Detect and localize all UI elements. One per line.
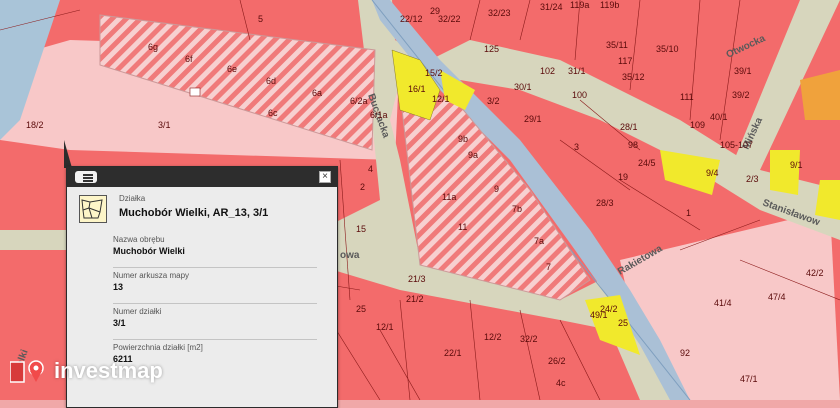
investmap-logo-icon <box>9 360 44 383</box>
popup-header-bar: × <box>67 167 337 187</box>
parcel-number-label: 6/1a <box>370 110 388 120</box>
parcel-number-label: 47/4 <box>768 292 786 302</box>
parcel-number-label: 7 <box>546 262 551 272</box>
parcel-number-label: 21/3 <box>408 274 426 284</box>
parcel-number-label: 35/12 <box>622 72 645 82</box>
parcel-number-label: 2/3 <box>746 174 759 184</box>
building-icon <box>189 87 201 97</box>
parcel-number-label: 30/1 <box>514 82 532 92</box>
parcel-number-label: 21/2 <box>406 294 424 304</box>
field-value: Muchobór Wielki <box>113 246 185 256</box>
parcel-number-label: 42/2 <box>806 268 824 278</box>
parcel-number-label: 25 <box>618 318 628 328</box>
parcel-number-label: 98 <box>628 140 638 150</box>
parcel-number-label: 9/4 <box>706 168 719 178</box>
parcel-number-label: 18/2 <box>26 120 44 130</box>
parcel-number-label: 25 <box>356 304 366 314</box>
parcel-number-label: 15/2 <box>425 68 443 78</box>
parcel-number-label: 2 <box>360 182 365 192</box>
parcel-number-label: 12/1 <box>376 322 394 332</box>
field-obreb: Nazwa obrębu Muchobór Wielki <box>113 231 317 268</box>
parcel-number-label: 125 <box>484 44 499 54</box>
parcel-number-label: 9 <box>494 184 499 194</box>
popup-pointer <box>64 140 76 168</box>
parcel-number-label: 6g <box>148 42 158 52</box>
parcel-number-label: 24/5 <box>638 158 656 168</box>
parcel-number-label: 28/3 <box>596 198 614 208</box>
field-value: 13 <box>113 282 124 292</box>
popup-title: Muchobór Wielki, AR_13, 3/1 <box>119 207 269 219</box>
parcel-number-label: 9/1 <box>790 160 803 170</box>
popup-type-label: Działka <box>119 194 146 203</box>
parcel-number-label: 39/2 <box>732 90 750 100</box>
parcel-number-label: 39/1 <box>734 66 752 76</box>
parcel-number-label: 22/12 <box>400 14 423 24</box>
field-arkusz: Numer arkusza mapy 13 <box>113 267 317 304</box>
parcel-number-label: 15 <box>356 224 366 234</box>
field-label: Nazwa obrębu <box>113 235 165 244</box>
parcel-number-label: 9b <box>458 134 468 144</box>
parcel-number-label: 19 <box>618 172 628 182</box>
parcel-number-label: 7b <box>512 204 522 214</box>
parcel-number-label: 119b <box>600 0 619 10</box>
parcel-shape-icon <box>79 195 107 223</box>
parcel-number-label: 49/1 <box>590 310 608 320</box>
parcel-number-label: 11 <box>458 222 467 232</box>
parcel-number-label: 40/1 <box>710 112 728 122</box>
parcel-number-label: 3/2 <box>487 96 500 106</box>
parcel-number-label: 1 <box>686 208 691 218</box>
parcel-number-label: 92 <box>680 348 690 358</box>
parcel-number-label: 29 <box>430 6 440 16</box>
parcel-number-label: 47/1 <box>740 374 758 384</box>
parcel-number-label: 6a <box>312 88 322 98</box>
watermark-text: investmap <box>54 358 163 383</box>
parcel-number-label: 3/1 <box>158 120 171 130</box>
parcel-number-label: 6e <box>227 64 237 74</box>
parcel-number-label: 105-107 <box>720 140 753 150</box>
parcel-number-label: 117 <box>618 56 632 66</box>
field-label: Powierzchnia działki [m2] <box>113 343 203 352</box>
parcel-number-label: 11a <box>442 192 456 202</box>
parcel-number-label: 7a <box>534 236 544 246</box>
parcel-number-label: 31/24 <box>540 2 563 12</box>
parcel-number-label: 32/23 <box>488 8 511 18</box>
parcel-number-label: 6f <box>185 54 193 64</box>
parcel-number-label: 31/1 <box>568 66 586 76</box>
parcel-number-label: 35/11 <box>606 40 628 50</box>
parcel-number-label: 32/22 <box>438 14 461 24</box>
parcel-number-label: 35/10 <box>656 44 679 54</box>
field-numer-dzialki: Numer działki 3/1 <box>113 303 317 340</box>
parcel-number-label: 6/2a <box>350 96 368 106</box>
parcel-number-label: 109 <box>690 120 705 130</box>
parcel-number-label: 111 <box>680 92 694 102</box>
parcel-number-label: 12/1 <box>432 94 450 104</box>
parcel-number-label: 5 <box>258 14 263 24</box>
parcel-number-label: 16/1 <box>408 84 426 94</box>
parcel-number-label: 119a <box>570 0 589 10</box>
parcel-number-label: 22/1 <box>444 348 462 358</box>
parcel-number-label: 6c <box>268 108 278 118</box>
field-value: 3/1 <box>113 318 126 328</box>
close-button[interactable]: × <box>319 171 331 183</box>
parcel-number-label: 26/2 <box>548 356 566 366</box>
parcel-number-label: 4 <box>368 164 373 174</box>
investmap-watermark: investmap <box>9 356 170 386</box>
field-label: Numer działki <box>113 307 162 316</box>
parcel-number-label: 100 <box>572 90 587 100</box>
parcel-number-label: 6d <box>266 76 276 86</box>
list-icon[interactable] <box>75 171 97 183</box>
parcel-number-label: 12/2 <box>484 332 502 342</box>
parcel-number-label: 9a <box>468 150 478 160</box>
field-label: Numer arkusza mapy <box>113 271 190 280</box>
parcel-number-label: 102 <box>540 66 555 76</box>
parcel-number-label: 32/2 <box>520 334 538 344</box>
parcel-number-label: 29/1 <box>524 114 542 124</box>
yellow-parcel-9-1[interactable] <box>770 150 800 195</box>
parcel-number-label: 3 <box>574 142 579 152</box>
parcel-number-label: 41/4 <box>714 298 732 308</box>
parcel-number-label: 4c <box>556 378 566 388</box>
street-label-owa: owa <box>340 250 360 261</box>
parcel-number-label: 28/1 <box>620 122 638 132</box>
